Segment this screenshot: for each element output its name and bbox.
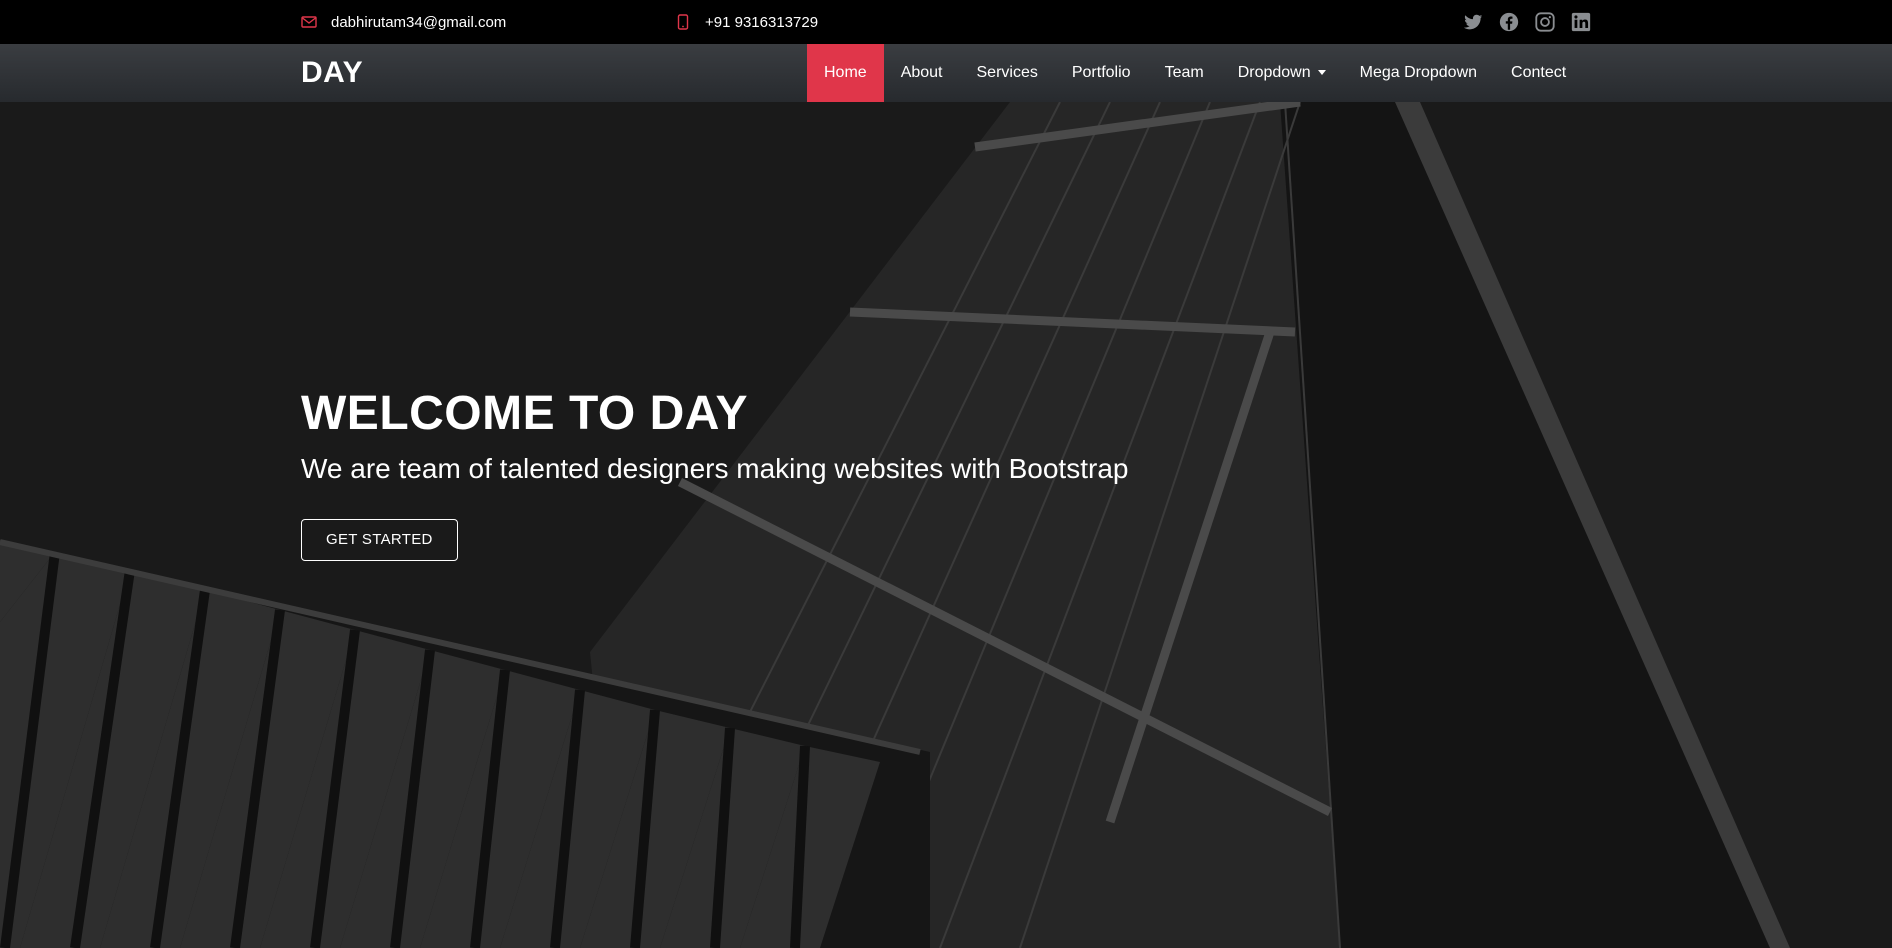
nav-item-team[interactable]: Team xyxy=(1148,44,1221,102)
nav-item-contect[interactable]: Contect xyxy=(1494,44,1583,102)
site-logo[interactable]: DAY xyxy=(301,44,363,102)
nav-item-label: Contect xyxy=(1511,64,1567,81)
linkedin-icon[interactable] xyxy=(1570,11,1592,33)
nav-item-label: Portfolio xyxy=(1071,64,1131,81)
hero-section: WELCOME TO DAY We are team of talented d… xyxy=(0,102,1892,948)
nav-item-label: Home xyxy=(824,64,867,81)
hero-content: WELCOME TO DAY We are team of talented d… xyxy=(301,386,1128,561)
nav-item-mega-dropdown[interactable]: Mega Dropdown xyxy=(1343,44,1494,102)
nav-menu: Home About Services Portfolio Team Dropd… xyxy=(807,44,1583,102)
caret-down-icon xyxy=(1317,70,1326,76)
hero-title: WELCOME TO DAY xyxy=(301,387,749,440)
nav-item-label: Team xyxy=(1164,64,1204,81)
nav-item-label: Services xyxy=(976,64,1038,81)
nav-item-services[interactable]: Services xyxy=(960,44,1055,102)
twitter-icon[interactable] xyxy=(1462,11,1484,33)
facebook-icon[interactable] xyxy=(1498,11,1520,33)
nav-item-dropdown[interactable]: Dropdown xyxy=(1221,44,1343,102)
hero-subtitle: We are team of talented designers making… xyxy=(301,453,1129,484)
nav-item-about[interactable]: About xyxy=(884,44,960,102)
nav-item-label: About xyxy=(900,64,943,81)
phone-icon xyxy=(675,14,691,30)
email-text: dabhirutam34@gmail.com xyxy=(331,13,507,31)
phone-contact[interactable]: +91 9316313729 xyxy=(675,0,818,44)
phone-text: +91 9316313729 xyxy=(705,13,819,31)
nav-item-home[interactable]: Home xyxy=(807,44,884,102)
nav-item-label: Dropdown xyxy=(1237,64,1311,81)
envelope-icon xyxy=(301,14,317,30)
instagram-icon[interactable] xyxy=(1534,11,1556,33)
get-started-button[interactable]: GET STARTED xyxy=(301,519,458,561)
email-contact[interactable]: dabhirutam34@gmail.com xyxy=(301,0,506,44)
nav-item-label: Mega Dropdown xyxy=(1359,64,1478,81)
social-links xyxy=(1462,0,1592,44)
main-navbar: DAY Home About Services Portfolio Team D… xyxy=(0,44,1892,102)
nav-item-portfolio[interactable]: Portfolio xyxy=(1055,44,1148,102)
top-bar: dabhirutam34@gmail.com +91 9316313729 xyxy=(0,0,1892,44)
